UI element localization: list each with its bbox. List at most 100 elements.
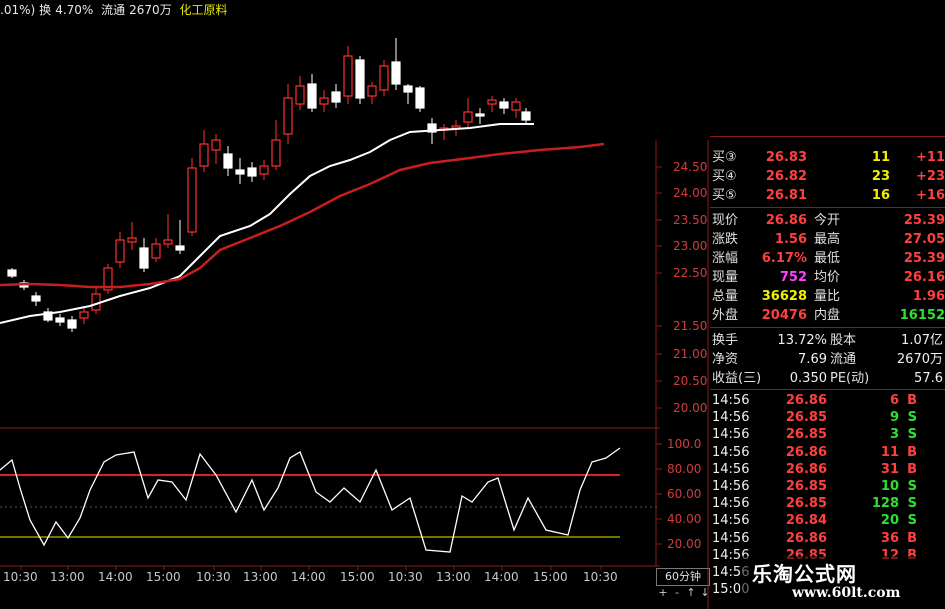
bid-volume: 11 bbox=[871, 150, 890, 165]
stat-label-2: 最高 bbox=[814, 232, 841, 247]
trade-time: 14:56 bbox=[712, 461, 750, 477]
stat-value-2: 25.39 bbox=[903, 251, 945, 266]
candle-body bbox=[91, 293, 101, 311]
stat-value: 752 bbox=[779, 270, 807, 285]
candle-body bbox=[331, 91, 341, 103]
price-tick-label: 21.50 bbox=[673, 319, 707, 333]
trade-row: 14:56 26.85 9 S bbox=[710, 409, 945, 426]
trade-time: 14:56 bbox=[712, 479, 750, 494]
candle-body bbox=[271, 139, 281, 167]
fund-label-2: PE(动) bbox=[830, 371, 870, 386]
stat-label-2: 今开 bbox=[814, 213, 841, 228]
candle-body bbox=[391, 61, 401, 85]
bid-price: 26.83 bbox=[765, 150, 807, 165]
price-tick-label: 22.50 bbox=[673, 266, 707, 280]
watermark-title: 乐淘公式网 bbox=[752, 562, 857, 586]
zoom-in-button[interactable]: + bbox=[656, 586, 670, 599]
bid-change: +11 bbox=[916, 150, 945, 165]
stat-value-2: 27.05 bbox=[903, 232, 945, 247]
stat-value-2: 16152 bbox=[899, 308, 945, 323]
stat-value: 20476 bbox=[761, 308, 807, 323]
fund-row: 收益(三) 0.350 PE(动) 57.6 bbox=[710, 369, 945, 388]
fund-value: 7.69 bbox=[798, 352, 827, 367]
trade-side: S bbox=[907, 479, 917, 494]
time-tick-label: 14:00 bbox=[98, 570, 133, 584]
trade-time: 14:56 bbox=[712, 530, 750, 546]
change-percent: .01%) bbox=[0, 3, 36, 17]
panel-separator bbox=[710, 136, 945, 137]
trade-side: S bbox=[907, 513, 917, 529]
time-tick-label: 15:00 bbox=[146, 570, 181, 584]
candle-body bbox=[511, 101, 521, 111]
price-tick-label: 23.00 bbox=[673, 239, 707, 253]
quote-panel: 买③ 26.83 11 +11 买④ 26.82 23 +23 买⑤ 26.81 16 +16 现价 26… bbox=[710, 136, 945, 609]
bid-price: 26.81 bbox=[765, 188, 807, 203]
candle-body bbox=[163, 239, 173, 245]
stat-row: 总量 36628 量比 1.96 bbox=[710, 287, 945, 306]
up-arrow-button[interactable]: ↑ bbox=[684, 586, 698, 599]
candle-body bbox=[319, 97, 329, 105]
sector-name[interactable]: 化工原料 bbox=[180, 3, 228, 17]
bid-row: 买③ 26.83 11 +11 bbox=[710, 148, 945, 167]
stat-row: 现价 26.86 今开 25.39 bbox=[710, 211, 945, 230]
stat-label: 外盘 bbox=[712, 308, 739, 323]
period-selector[interactable]: 60分钟 bbox=[656, 568, 710, 586]
fund-label-2: 流通 bbox=[830, 352, 857, 367]
stat-label: 总量 bbox=[712, 289, 739, 304]
trade-price: 26.86 bbox=[785, 461, 827, 477]
time-tick-label: 13:00 bbox=[436, 570, 471, 584]
trade-volume: 20 bbox=[880, 513, 899, 529]
candle-body bbox=[55, 317, 65, 323]
candle-body bbox=[67, 319, 77, 329]
time-tick-label: 10:30 bbox=[3, 570, 38, 584]
turnover-label: 换 bbox=[39, 3, 52, 17]
trade-side: B bbox=[907, 444, 917, 460]
fund-label-2: 股本 bbox=[830, 333, 857, 348]
price-tick-label: 20.50 bbox=[673, 374, 707, 388]
time-tick-label: 10:30 bbox=[583, 570, 618, 584]
candle-body bbox=[199, 143, 209, 167]
indicator-tick-label: 100.0 bbox=[667, 437, 701, 451]
candle-body bbox=[79, 311, 89, 319]
trade-price: 26.84 bbox=[785, 513, 827, 529]
bid-change: +16 bbox=[916, 188, 945, 203]
trade-row: 14:56 26.84 20 S bbox=[710, 512, 945, 529]
time-tick-label: 15:00 bbox=[340, 570, 375, 584]
stat-label-2: 内盘 bbox=[814, 308, 841, 323]
trade-volume: 3 bbox=[889, 427, 899, 443]
time-tick-label: 10:30 bbox=[388, 570, 423, 584]
bid-label: 买⑤ bbox=[712, 188, 737, 203]
candle-body bbox=[223, 153, 233, 169]
trade-side: S bbox=[907, 427, 917, 443]
bid-volume: 23 bbox=[871, 169, 890, 184]
time-tick-label: 14:00 bbox=[291, 570, 326, 584]
trade-volume: 11 bbox=[880, 444, 899, 460]
bid-label: 买④ bbox=[712, 169, 737, 184]
stat-label: 现价 bbox=[712, 213, 739, 228]
trade-time: 14:56 bbox=[712, 513, 750, 529]
bid-volume: 16 bbox=[871, 188, 890, 203]
time-tick-label: 10:30 bbox=[196, 570, 231, 584]
trade-time: 14:56 bbox=[712, 427, 750, 443]
zoom-out-button[interactable]: - bbox=[670, 586, 684, 599]
candle-body bbox=[31, 295, 41, 302]
stat-label-2: 量比 bbox=[814, 289, 841, 304]
float-label: 流通 bbox=[101, 3, 126, 17]
candle-body bbox=[175, 245, 185, 251]
trade-price: 26.85 bbox=[785, 427, 827, 443]
panel-separator bbox=[710, 207, 945, 208]
candle-body bbox=[247, 167, 257, 177]
trade-side: S bbox=[907, 410, 917, 426]
stat-label-2: 最低 bbox=[814, 251, 841, 266]
stat-value: 6.17% bbox=[761, 251, 807, 266]
fund-value-2: 2670万 bbox=[896, 352, 943, 367]
indicator-tick-label: 80.00 bbox=[667, 462, 701, 476]
stat-value: 36628 bbox=[761, 289, 807, 304]
stat-value: 1.56 bbox=[774, 232, 807, 247]
stat-row: 外盘 20476 内盘 16152 bbox=[710, 306, 945, 325]
chart-nav-buttons: + - ↑ ↓ bbox=[656, 586, 712, 604]
candle-body bbox=[367, 85, 377, 97]
trade-row: 14:56 26.86 11 B bbox=[710, 444, 945, 461]
trade-price: 26.86 bbox=[785, 530, 827, 546]
down-arrow-button[interactable]: ↓ bbox=[698, 586, 712, 599]
